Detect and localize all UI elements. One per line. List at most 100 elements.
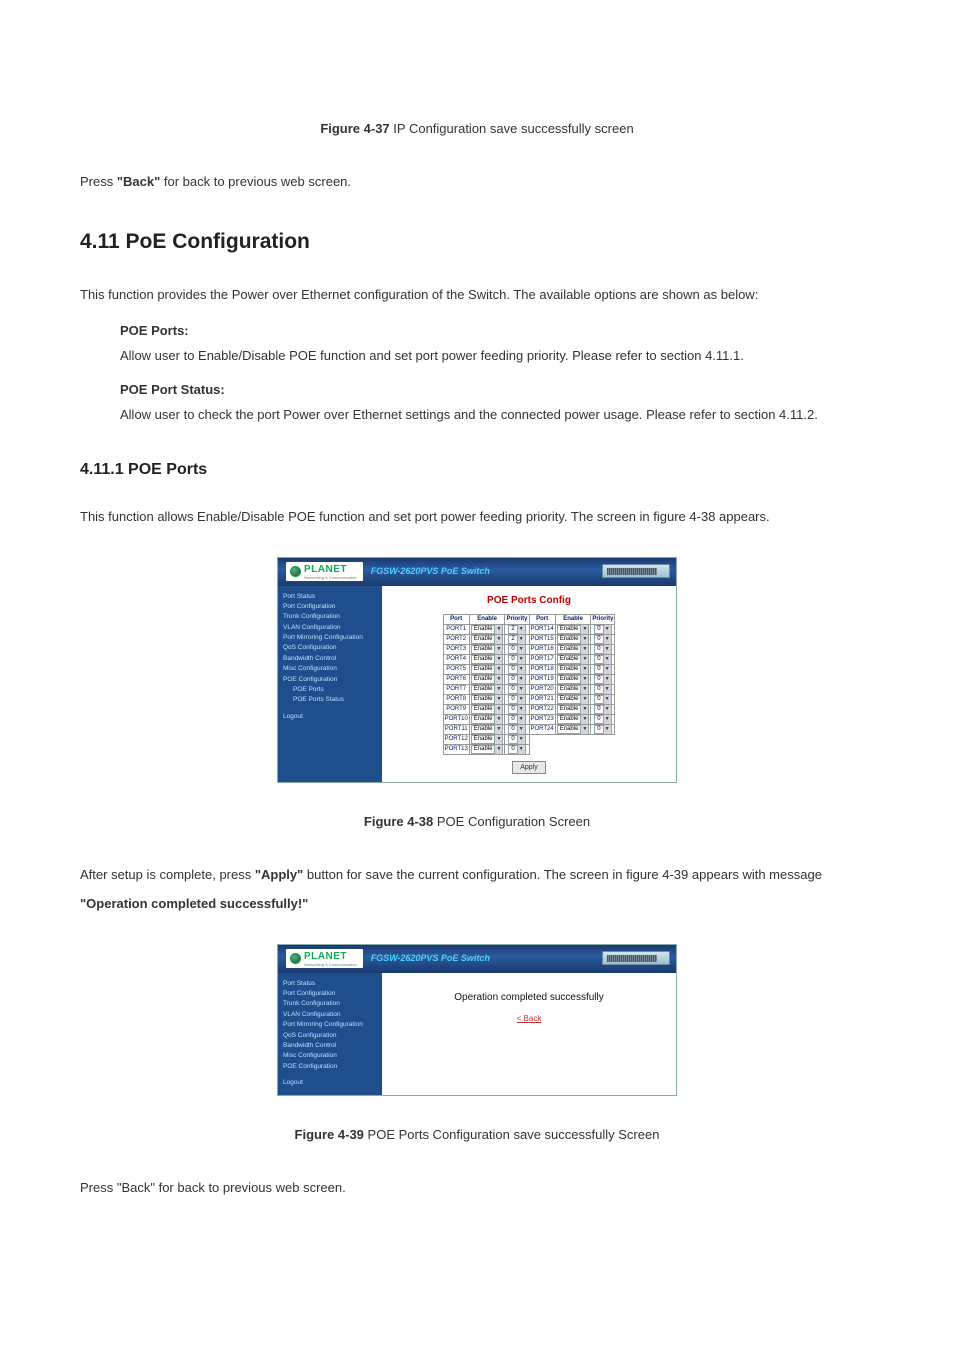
select[interactable]: Enable▼ bbox=[471, 645, 504, 654]
chevron-down-icon: ▼ bbox=[494, 655, 502, 664]
select[interactable]: 0▼ bbox=[508, 695, 525, 704]
select[interactable]: 0▼ bbox=[508, 665, 525, 674]
sidebar-item[interactable]: Port Configuration bbox=[283, 989, 377, 999]
sidebar-item[interactable]: Port Configuration bbox=[283, 602, 377, 612]
select[interactable]: 0▼ bbox=[508, 735, 525, 744]
select[interactable]: 0▼ bbox=[594, 625, 611, 634]
select[interactable]: 0▼ bbox=[508, 745, 525, 754]
section-4-11-title: 4.11 PoE Configuration bbox=[80, 227, 874, 256]
select[interactable]: 0▼ bbox=[508, 685, 525, 694]
back-link[interactable]: < Back bbox=[388, 1013, 670, 1024]
product-name: FGSW-2620PVS PoE Switch bbox=[371, 565, 490, 578]
select[interactable]: Enable▼ bbox=[557, 625, 590, 634]
chevron-down-icon: ▼ bbox=[517, 705, 525, 714]
select[interactable]: Enable▼ bbox=[557, 675, 590, 684]
switch-device-image bbox=[602, 564, 670, 578]
select[interactable]: Enable▼ bbox=[471, 665, 504, 674]
select[interactable]: 0▼ bbox=[508, 705, 525, 714]
select[interactable]: Enable▼ bbox=[557, 635, 590, 644]
select[interactable]: 0▼ bbox=[508, 725, 525, 734]
sidebar-item[interactable]: Misc Configuration bbox=[283, 1051, 377, 1061]
sidebar-logout[interactable]: Logout bbox=[283, 712, 377, 722]
select[interactable]: 0▼ bbox=[594, 715, 611, 724]
sidebar-subitem[interactable]: POE Ports Status bbox=[283, 695, 377, 705]
logo-subtext: Networking & Communication bbox=[304, 575, 357, 581]
select[interactable]: Enable▼ bbox=[471, 625, 504, 634]
chevron-down-icon: ▼ bbox=[603, 665, 611, 674]
select[interactable]: Enable▼ bbox=[471, 685, 504, 694]
sidebar-item[interactable]: Bandwidth Control bbox=[283, 654, 377, 664]
select[interactable]: Enable▼ bbox=[557, 725, 590, 734]
sidebar-item[interactable]: Port Mirroring Configuration bbox=[283, 1020, 377, 1030]
figure-4-39-label: Figure 4-39 bbox=[295, 1127, 364, 1142]
col-priority-2: Priority bbox=[591, 614, 615, 624]
select[interactable]: 2▼ bbox=[508, 635, 525, 644]
figure-4-39-text: POE Ports Configuration save successfull… bbox=[368, 1127, 660, 1142]
poe-port-status-desc: Allow user to check the port Power over … bbox=[120, 399, 874, 430]
table-row: PORT13Enable▼0▼ bbox=[443, 744, 615, 754]
select[interactable]: 0▼ bbox=[594, 665, 611, 674]
sidebar-item[interactable]: Bandwidth Control bbox=[283, 1041, 377, 1051]
chevron-down-icon: ▼ bbox=[603, 705, 611, 714]
figure-4-38-text: POE Configuration Screen bbox=[437, 814, 590, 829]
select[interactable]: Enable▼ bbox=[557, 645, 590, 654]
select[interactable]: Enable▼ bbox=[557, 695, 590, 704]
select[interactable]: 0▼ bbox=[594, 645, 611, 654]
table-row: PORT12Enable▼0▼ bbox=[443, 734, 615, 744]
sidebar-item[interactable]: VLAN Configuration bbox=[283, 1010, 377, 1020]
sidebar-subitem[interactable]: POE Ports bbox=[283, 685, 377, 695]
select[interactable]: Enable▼ bbox=[471, 675, 504, 684]
select[interactable]: 2▼ bbox=[508, 625, 525, 634]
globe-icon-2 bbox=[290, 953, 301, 964]
sidebar-item[interactable]: VLAN Configuration bbox=[283, 623, 377, 633]
sidebar-item[interactable]: POE Configuration bbox=[283, 675, 377, 685]
sidebar-item[interactable]: QoS Configuration bbox=[283, 643, 377, 653]
select[interactable]: Enable▼ bbox=[471, 635, 504, 644]
select[interactable]: Enable▼ bbox=[471, 705, 504, 714]
poe-ports-config-title: POE Ports Config bbox=[388, 594, 670, 608]
options-block: POE Ports: Allow user to Enable/Disable … bbox=[80, 322, 874, 431]
sidebar-item[interactable]: Port Status bbox=[283, 979, 377, 989]
select[interactable]: 0▼ bbox=[594, 685, 611, 694]
select[interactable]: Enable▼ bbox=[557, 715, 590, 724]
select[interactable]: 0▼ bbox=[594, 695, 611, 704]
select[interactable]: Enable▼ bbox=[557, 705, 590, 714]
select[interactable]: 0▼ bbox=[508, 655, 525, 664]
select[interactable]: Enable▼ bbox=[471, 745, 504, 754]
select[interactable]: Enable▼ bbox=[557, 685, 590, 694]
sidebar-item[interactable]: Trunk Configuration bbox=[283, 612, 377, 622]
port-cell: PORT9 bbox=[443, 704, 469, 714]
select[interactable]: 0▼ bbox=[594, 635, 611, 644]
chevron-down-icon: ▼ bbox=[603, 625, 611, 634]
sidebar-logout[interactable]: Logout bbox=[283, 1078, 377, 1088]
select[interactable]: 0▼ bbox=[594, 725, 611, 734]
sidebar-item[interactable]: Port Mirroring Configuration bbox=[283, 633, 377, 643]
chevron-down-icon: ▼ bbox=[580, 625, 588, 634]
select[interactable]: 0▼ bbox=[508, 675, 525, 684]
sidebar-item[interactable]: QoS Configuration bbox=[283, 1031, 377, 1041]
select[interactable]: Enable▼ bbox=[471, 725, 504, 734]
select[interactable]: 0▼ bbox=[594, 705, 611, 714]
chevron-down-icon: ▼ bbox=[517, 735, 525, 744]
chevron-down-icon: ▼ bbox=[494, 745, 502, 754]
poe-ports-label: POE Ports: bbox=[120, 322, 874, 340]
select[interactable]: 0▼ bbox=[594, 655, 611, 664]
sidebar-item[interactable]: POE Configuration bbox=[283, 1062, 377, 1072]
select[interactable]: 0▼ bbox=[594, 675, 611, 684]
select[interactable]: Enable▼ bbox=[557, 665, 590, 674]
select[interactable]: 0▼ bbox=[508, 645, 525, 654]
select[interactable]: 0▼ bbox=[508, 715, 525, 724]
select[interactable]: Enable▼ bbox=[471, 695, 504, 704]
logo: PLANET Networking & Communication bbox=[286, 562, 363, 582]
chevron-down-icon: ▼ bbox=[494, 675, 502, 684]
select[interactable]: Enable▼ bbox=[471, 735, 504, 744]
apply-button[interactable]: Apply bbox=[512, 761, 546, 775]
sidebar-item[interactable]: Misc Configuration bbox=[283, 664, 377, 674]
sidebar-item[interactable]: Port Status bbox=[283, 592, 377, 602]
chevron-down-icon: ▼ bbox=[603, 635, 611, 644]
select[interactable]: Enable▼ bbox=[471, 655, 504, 664]
subsection-intro: This function allows Enable/Disable POE … bbox=[80, 503, 874, 532]
select[interactable]: Enable▼ bbox=[557, 655, 590, 664]
select[interactable]: Enable▼ bbox=[471, 715, 504, 724]
sidebar-item[interactable]: Trunk Configuration bbox=[283, 999, 377, 1009]
